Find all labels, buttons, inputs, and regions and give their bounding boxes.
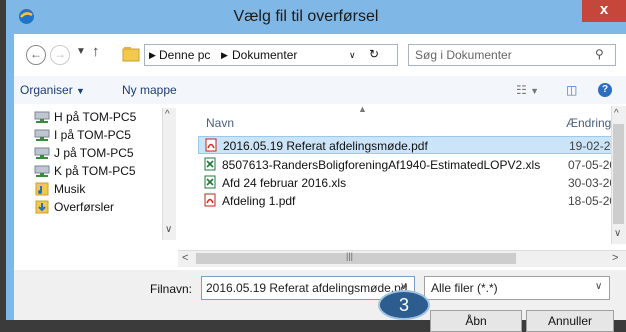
view-options-icon[interactable]: ☷ ▼ <box>516 83 539 97</box>
command-toolbar: Organiser ▼ Ny mappe ☷ ▼ ◫ ? <box>14 76 626 104</box>
breadcrumb-separator-icon: ▶ <box>221 50 228 60</box>
help-icon[interactable]: ? <box>598 83 612 97</box>
network-drive-icon <box>34 165 50 177</box>
navigation-bar: ← → ▼ ↑ ▶ Denne pc ▶ Dokumenter ∨ ↻ Søg … <box>14 42 626 68</box>
scrollbar-thumb[interactable]: ||| <box>196 251 516 264</box>
sidebar-item-label: H på TOM-PC5 <box>54 110 137 124</box>
sidebar-item-label: Overførsler <box>54 200 114 214</box>
forward-arrow-icon: → <box>54 47 66 61</box>
folder-icon <box>122 47 140 62</box>
scroll-up-icon[interactable]: ^ <box>614 108 619 119</box>
file-row[interactable]: 2016.05.19 Referat afdelingsmøde.pdf 19-… <box>198 136 626 154</box>
sidebar-item-j-drive[interactable]: J på TOM-PC5 <box>34 146 134 164</box>
address-bar[interactable]: ▶ Denne pc ▶ Dokumenter ∨ ↻ <box>144 44 398 66</box>
scroll-down-icon[interactable]: ∨ <box>165 224 172 235</box>
downloads-folder-icon <box>35 200 49 214</box>
organize-button[interactable]: Organiser ▼ <box>20 83 85 97</box>
file-list-vertical-scrollbar[interactable]: ^ ∨ <box>611 106 626 244</box>
file-name: Afdeling 1.pdf <box>222 194 296 208</box>
pdf-file-icon <box>205 138 217 152</box>
grip-icon: ||| <box>346 251 354 261</box>
breadcrumb-documents[interactable]: Dokumenter <box>232 48 297 62</box>
refresh-icon[interactable]: ↻ <box>369 47 379 61</box>
sidebar-item-music[interactable]: Musik <box>35 182 86 200</box>
sidebar-item-label: K på TOM-PC5 <box>54 164 136 178</box>
dialog-client-area: ← → ▼ ↑ ▶ Denne pc ▶ Dokumenter ∨ ↻ Søg … <box>14 34 626 332</box>
organize-label: Organiser <box>20 83 73 97</box>
window-title: Vælg fil til overførsel <box>233 8 379 25</box>
file-row[interactable]: Afd 24 februar 2016.xls 30-03-201 <box>198 174 623 192</box>
scroll-left-icon[interactable]: < <box>182 252 188 264</box>
sort-up-icon: ▲ <box>358 104 367 114</box>
navigation-pane: H på TOM-PC5 I på TOM-PC5 J på TOM-PC5 K… <box>14 106 176 244</box>
filter-value: Alle filer (*.*) <box>431 281 498 295</box>
sidebar-item-h-drive[interactable]: H på TOM-PC5 <box>34 110 137 128</box>
close-button[interactable]: x <box>582 0 626 22</box>
file-name: 8507613-RandersBoligforeningAf1940-Estim… <box>222 158 541 172</box>
network-drive-icon <box>34 111 50 123</box>
breadcrumb-separator-icon: ▶ <box>149 50 156 60</box>
preview-pane-icon[interactable]: ◫ <box>566 83 577 97</box>
search-icon[interactable]: ⚲ <box>595 47 604 61</box>
file-dialog-window: Vælg fil til overførsel x ← → ▼ ↑ ▶ Denn… <box>6 0 626 332</box>
filename-label: Filnavn: <box>150 282 193 296</box>
up-arrow-icon: ↑ <box>92 43 100 60</box>
chevron-down-icon: ▼ <box>76 86 85 96</box>
sidebar-item-label: Musik <box>54 182 86 196</box>
back-arrow-icon: ← <box>30 47 42 61</box>
search-input[interactable]: Søg i Dokumenter ⚲ <box>408 44 616 66</box>
sidebar-item-i-drive[interactable]: I på TOM-PC5 <box>34 128 131 146</box>
open-button[interactable]: Åbn <box>430 310 522 332</box>
step-number-badge: 3 <box>378 290 430 320</box>
network-drive-icon <box>34 129 50 141</box>
network-drive-icon <box>34 147 50 159</box>
chevron-down-icon[interactable]: ∨ <box>595 281 602 292</box>
music-folder-icon <box>35 182 49 196</box>
breadcrumb-this-pc[interactable]: Denne pc <box>159 48 210 62</box>
title-bar[interactable]: Vælg fil til overførsel x <box>6 0 626 34</box>
sidebar-item-label: J på TOM-PC5 <box>54 146 134 160</box>
new-folder-button[interactable]: Ny mappe <box>122 83 177 97</box>
column-header-name[interactable]: Navn <box>206 116 234 130</box>
file-row[interactable]: 8507613-RandersBoligforeningAf1940-Estim… <box>198 156 623 174</box>
file-row[interactable]: Afdeling 1.pdf 18-05-201 <box>198 192 623 210</box>
recent-locations-dropdown-icon[interactable]: ▼ <box>76 46 86 57</box>
pdf-file-icon <box>204 193 216 207</box>
excel-file-icon <box>204 175 216 189</box>
scroll-down-icon[interactable]: ∨ <box>614 228 621 239</box>
up-button[interactable]: ↑ <box>92 43 100 60</box>
file-name: 2016.05.19 Referat afdelingsmøde.pdf <box>223 139 428 153</box>
sidebar-item-downloads[interactable]: Overførsler <box>35 200 114 218</box>
cancel-button[interactable]: Annuller <box>526 310 614 332</box>
sidebar-scrollbar[interactable]: ^ ∨ <box>162 108 176 240</box>
file-type-filter[interactable]: Alle filer (*.*) ∨ <box>424 276 610 300</box>
excel-file-icon <box>204 157 216 171</box>
filename-value: 2016.05.19 Referat afdelingsmøde.pd <box>206 281 408 295</box>
address-dropdown-icon[interactable]: ∨ <box>349 50 356 61</box>
scroll-right-icon[interactable]: > <box>612 252 618 264</box>
sidebar-item-k-drive[interactable]: K på TOM-PC5 <box>34 164 136 182</box>
file-name: Afd 24 februar 2016.xls <box>222 176 347 190</box>
sidebar-item-label: I på TOM-PC5 <box>54 128 131 142</box>
scrollbar-thumb[interactable] <box>613 124 624 224</box>
file-list-horizontal-scrollbar[interactable]: < ||| > <box>178 250 626 267</box>
file-list: Navn ▲ Ændringsd 2016.05.19 Referat afde… <box>182 104 626 244</box>
forward-button[interactable]: → <box>50 45 70 65</box>
search-placeholder: Søg i Dokumenter <box>415 48 512 62</box>
back-button[interactable]: ← <box>26 45 46 65</box>
scroll-up-icon[interactable]: ^ <box>165 109 170 120</box>
